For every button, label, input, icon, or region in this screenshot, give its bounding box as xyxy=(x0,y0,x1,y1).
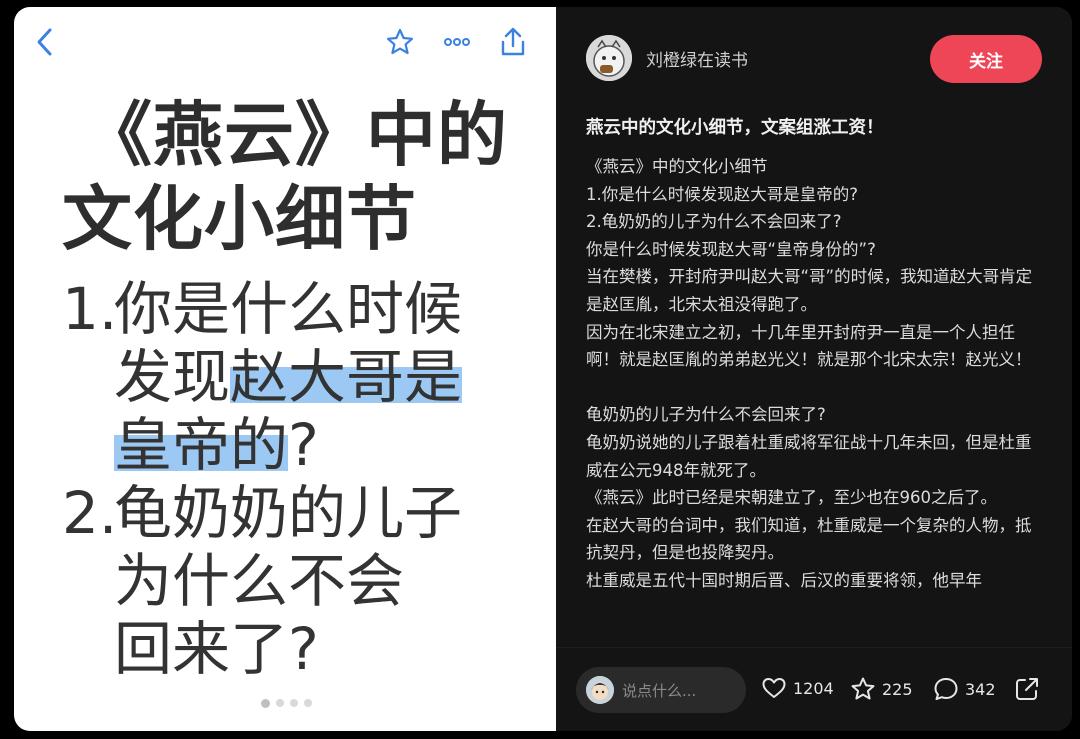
post-detail-panel: 刘橙绿在读书 关注 燕云中的文化小细节，文案组涨工资！ 《燕云》中的文化小细节 … xyxy=(556,7,1072,731)
post-line: 龟奶奶说她的儿子跟着杜重威将军征战十几年未回，但是杜重威在公元948年就死了。 xyxy=(586,432,1032,480)
more-icon[interactable] xyxy=(440,25,474,59)
comment-input[interactable]: 说点什么... xyxy=(576,667,746,713)
note-title-line2: 文化小细节 xyxy=(62,178,417,260)
note-image-title: 《燕云》中的 文化小细节 xyxy=(62,93,546,261)
question-1-line2: 发现赵大哥是 xyxy=(114,343,552,411)
comment-button[interactable]: 342 xyxy=(933,676,996,702)
user-avatar xyxy=(586,676,614,704)
question-1-line1: 你是什么时候 xyxy=(114,275,463,343)
page-dot[interactable] xyxy=(276,699,284,707)
follow-button[interactable]: 关注 xyxy=(930,35,1042,83)
question-1-line3: 皇帝的? xyxy=(114,411,552,479)
question-2-line1: 龟奶奶的儿子 xyxy=(114,479,463,547)
post-line: 你是什么时候发现赵大哥“皇帝身份的”? xyxy=(586,239,876,259)
post-line: 杜重威是五代十国时期后晋、后汉的重要将领，他早年 xyxy=(586,570,982,590)
comment-placeholder: 说点什么... xyxy=(622,681,697,700)
post-body: 《燕云》中的文化小细节 1.你是什么时候发现赵大哥是皇帝的? 2.龟奶奶的儿子为… xyxy=(586,153,1046,595)
question-2-line3: 回来了? xyxy=(114,615,319,683)
question-1-line2-text: 发现 xyxy=(114,343,231,411)
post-line-blank xyxy=(586,374,1046,402)
post-line: 龟奶奶的儿子为什么不会回来了? xyxy=(586,405,826,425)
question-2: 2. 龟奶奶的儿子 为什么不会 回来了? xyxy=(62,479,552,683)
post-title: 燕云中的文化小细节，文案组涨工资！ xyxy=(586,118,884,138)
star-outline-icon xyxy=(851,677,875,700)
note-image-questions: 1. 你是什么时候 发现赵大哥是 皇帝的? 2. 龟奶奶的儿子 为什么不会 回来… xyxy=(62,275,552,683)
question-2-number: 2. xyxy=(62,479,118,547)
image-pagination-dots[interactable] xyxy=(261,699,312,708)
post-line: 在赵大哥的台词中，我们知道，杜重威是一个复杂的人物，抵抗契丹，但是也投降契丹。 xyxy=(586,515,1032,563)
collect-count: 225 xyxy=(882,679,913,699)
comment-bubble-icon xyxy=(934,678,958,700)
collect-button[interactable]: 225 xyxy=(850,676,913,702)
post-line: 《燕云》此时已经是宋朝建立了，至少也在960之后了。 xyxy=(586,488,997,508)
page-dot-active[interactable] xyxy=(261,699,270,708)
question-1: 1. 你是什么时候 发现赵大哥是 皇帝的? xyxy=(62,275,552,479)
question-1-number: 1. xyxy=(62,275,118,343)
share-button[interactable] xyxy=(1014,676,1040,702)
post-line: 1.你是什么时候发现赵大哥是皇帝的? xyxy=(586,184,859,204)
post-viewer: 《燕云》中的 文化小细节 1. 你是什么时候 发现赵大哥是 皇帝的? 2. 龟奶… xyxy=(14,7,1072,731)
author-info[interactable]: 刘橙绿在读书 xyxy=(586,35,748,81)
page-dot[interactable] xyxy=(304,699,312,707)
post-line: 《燕云》中的文化小细节 xyxy=(586,157,768,176)
post-line: 当在樊楼，开封府尹叫赵大哥“哥”的时候，我知道赵大哥肯定是赵匡胤，北宋太祖没得跑… xyxy=(586,267,1033,314)
author-avatar[interactable] xyxy=(586,35,632,81)
post-line: 因为在北宋建立之初，十几年里开封府尹一直是一个人担任啊！就是赵匡胤的弟弟赵光义！… xyxy=(586,322,1032,370)
page-dot[interactable] xyxy=(290,699,298,707)
back-icon[interactable] xyxy=(28,25,62,59)
share-icon xyxy=(1016,678,1038,700)
note-image-panel[interactable]: 《燕云》中的 文化小细节 1. 你是什么时候 发现赵大哥是 皇帝的? 2. 龟奶… xyxy=(14,7,556,731)
share-upload-icon[interactable] xyxy=(496,25,530,59)
engagement-bar: 说点什么... 1204 225 342 xyxy=(556,647,1072,731)
post-line: 2.龟奶奶的儿子为什么不会回来了? xyxy=(586,212,842,232)
like-count: 1204 xyxy=(793,678,834,698)
comment-count: 342 xyxy=(965,679,996,699)
star-icon[interactable] xyxy=(383,25,417,59)
image-toolbar xyxy=(14,7,556,77)
heart-icon xyxy=(762,678,786,698)
highlight-text: 皇帝的 xyxy=(114,411,289,479)
post-content[interactable]: 燕云中的文化小细节，文案组涨工资！ 《燕云》中的文化小细节 1.你是什么时候发现… xyxy=(586,115,1046,645)
like-button[interactable]: 1204 xyxy=(761,676,834,700)
question-1-mark: ? xyxy=(288,411,319,479)
author-name[interactable]: 刘橙绿在读书 xyxy=(646,46,748,71)
highlight-text: 赵大哥是 xyxy=(230,343,463,411)
question-2-line2: 为什么不会 xyxy=(114,547,405,615)
note-title-line1: 《燕云》中的 xyxy=(82,94,508,176)
